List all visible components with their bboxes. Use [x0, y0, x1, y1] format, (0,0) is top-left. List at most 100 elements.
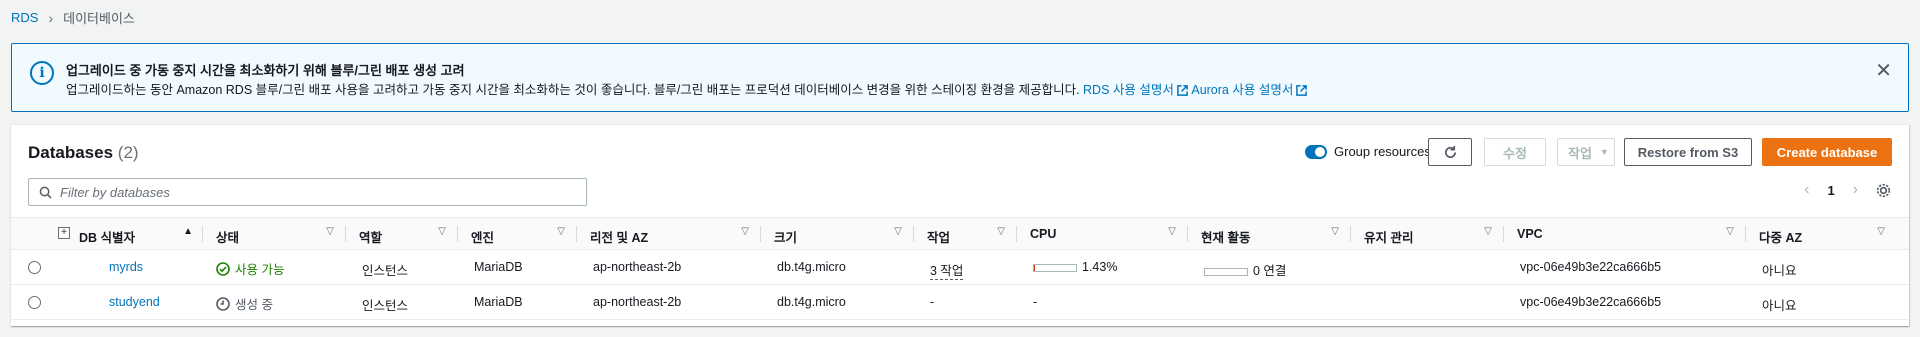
panel-title: Databases (2)	[28, 143, 139, 163]
banner-description-text: 업그레이드하는 동안 Amazon RDS 블루/그린 배포 사용을 고려하고 …	[66, 83, 1080, 97]
actions-label: 작업	[1568, 145, 1592, 161]
column-header-multi-az[interactable]: 다중 AZ ▽	[1746, 217, 1909, 250]
sort-icon[interactable]: ▽	[1484, 226, 1492, 237]
column-header-engine[interactable]: 엔진 ▽	[458, 217, 577, 250]
sort-icon[interactable]: ▽	[326, 226, 334, 237]
maintenance-cell	[1351, 284, 1504, 320]
activity-cell	[1188, 284, 1351, 320]
actions-count[interactable]: 3 작업	[930, 260, 964, 280]
vpc-cell: vpc-06e49b3e22ca666b5	[1504, 249, 1746, 285]
actions-count: -	[930, 295, 935, 309]
row-select-cell	[11, 249, 68, 285]
check-circle-icon	[216, 261, 230, 276]
sort-icon[interactable]: ▽	[1877, 226, 1885, 237]
multi-az-cell: 아니요	[1746, 284, 1909, 320]
row-radio[interactable]	[28, 261, 41, 274]
table-row[interactable]: myrds 사용 가능 인스턴스 MariaDB ap-northeast-2b…	[11, 249, 1909, 285]
db-id-link[interactable]: myrds	[109, 260, 143, 274]
db-id-cell: studyend	[68, 284, 203, 320]
page-number[interactable]: 1	[1827, 183, 1834, 198]
cpu-cell: 1.43%	[1017, 249, 1188, 285]
create-database-button[interactable]: Create database	[1762, 138, 1892, 166]
databases-table: + DB 식별자 ▲ 상태 ▽ 역할 ▽ 엔진 ▽ 리전 및 AZ ▽ 크기 ▽…	[11, 217, 1909, 320]
sort-icon[interactable]: ▽	[1168, 226, 1176, 237]
activity-value: 0 연결	[1253, 264, 1287, 278]
vpc-text: vpc-06e49b3e22ca666b5	[1520, 295, 1662, 309]
size-text: db.t4g.micro	[777, 260, 846, 274]
activity-bar	[1204, 268, 1248, 276]
column-header-size[interactable]: 크기 ▽	[761, 217, 914, 250]
breadcrumb: RDS › 데이터베이스	[11, 8, 135, 27]
region-text: ap-northeast-2b	[593, 260, 682, 274]
column-header-actions[interactable]: 작업 ▽	[914, 217, 1017, 250]
db-id-cell: myrds	[68, 249, 203, 285]
region-cell: ap-northeast-2b	[577, 249, 761, 285]
clock-icon	[216, 296, 230, 311]
external-link-icon	[1296, 85, 1308, 96]
close-icon[interactable]: ✕	[1875, 58, 1892, 83]
table-row[interactable]: studyend 생성 중 인스턴스 MariaDB ap-northeast-…	[11, 284, 1909, 320]
group-resources-toggle[interactable]: Group resources	[1305, 144, 1431, 159]
status-badge: 생성 중	[216, 294, 273, 313]
column-header-activity[interactable]: 현재 활동 ▽	[1188, 217, 1351, 250]
region-cell: ap-northeast-2b	[577, 284, 761, 320]
modify-button[interactable]: 수정	[1484, 138, 1546, 166]
column-label: 역할	[359, 231, 383, 245]
column-label: 크기	[774, 231, 798, 245]
multi-az-text: 아니요	[1762, 264, 1797, 278]
status-text: 생성 중	[235, 298, 273, 312]
column-label: DB 식별자	[79, 231, 136, 245]
chevron-left-icon[interactable]: ‹	[1804, 181, 1809, 199]
activity-meter: 0 연결	[1204, 260, 1286, 279]
cpu-value: -	[1033, 295, 1038, 309]
region-text: ap-northeast-2b	[593, 295, 682, 309]
multi-az-text: 아니요	[1762, 299, 1797, 313]
sort-icon[interactable]: ▽	[438, 226, 446, 237]
search-icon	[39, 186, 52, 199]
row-radio[interactable]	[28, 296, 41, 309]
column-header-maintenance[interactable]: 유지 관리 ▽	[1351, 217, 1504, 250]
column-label: 유지 관리	[1364, 231, 1414, 245]
column-header-role[interactable]: 역할 ▽	[346, 217, 458, 250]
aurora-guide-link[interactable]: Aurora 사용 설명서	[1191, 83, 1308, 97]
sort-icon[interactable]: ▽	[741, 226, 749, 237]
filter-input[interactable]	[60, 184, 560, 200]
size-cell: db.t4g.micro	[761, 284, 914, 320]
refresh-button[interactable]	[1428, 138, 1472, 166]
column-label: 리전 및 AZ	[590, 231, 649, 245]
sort-icon[interactable]: ▽	[1726, 226, 1734, 237]
actions-button[interactable]: 작업 ▼	[1557, 138, 1615, 166]
column-header-status[interactable]: 상태 ▽	[203, 217, 346, 250]
db-id-link[interactable]: studyend	[109, 295, 160, 309]
vpc-text: vpc-06e49b3e22ca666b5	[1520, 260, 1662, 274]
actions-cell: 3 작업	[914, 249, 1017, 285]
sort-icon[interactable]: ▽	[997, 226, 1005, 237]
activity-cell: 0 연결	[1188, 249, 1351, 285]
breadcrumb-rds-link[interactable]: RDS	[11, 10, 38, 25]
sort-ascending-icon[interactable]: ▲	[183, 226, 193, 237]
caret-down-icon: ▼	[1599, 147, 1609, 157]
filter-box	[28, 178, 587, 206]
column-header-region[interactable]: 리전 및 AZ ▽	[577, 217, 761, 250]
sort-icon[interactable]: ▽	[557, 226, 565, 237]
sort-icon[interactable]: ▽	[1331, 226, 1339, 237]
panel-count: (2)	[117, 143, 139, 162]
status-cell: 사용 가능	[203, 249, 346, 285]
chevron-right-icon[interactable]: ›	[1853, 181, 1858, 199]
gear-icon[interactable]	[1876, 183, 1891, 198]
rds-guide-link[interactable]: RDS 사용 설명서	[1083, 83, 1188, 97]
cpu-bar	[1033, 264, 1077, 272]
toggle-switch[interactable]	[1305, 144, 1327, 159]
info-banner: i 업그레이드 중 가동 중지 시간을 최소화하기 위해 블루/그린 배포 생성…	[11, 43, 1909, 112]
table-header-row: + DB 식별자 ▲ 상태 ▽ 역할 ▽ 엔진 ▽ 리전 및 AZ ▽ 크기 ▽…	[11, 217, 1909, 250]
size-text: db.t4g.micro	[777, 295, 846, 309]
sort-icon[interactable]: ▽	[894, 226, 902, 237]
column-label: 엔진	[471, 231, 495, 245]
role-cell: 인스턴스	[346, 249, 458, 285]
expand-icon[interactable]: +	[58, 227, 70, 239]
column-header-db-id[interactable]: + DB 식별자 ▲	[58, 217, 203, 250]
column-header-vpc[interactable]: VPC ▽	[1504, 217, 1746, 250]
restore-from-s3-button[interactable]: Restore from S3	[1624, 138, 1752, 166]
cpu-cell: -	[1017, 284, 1188, 320]
column-header-cpu[interactable]: CPU ▽	[1017, 217, 1188, 250]
